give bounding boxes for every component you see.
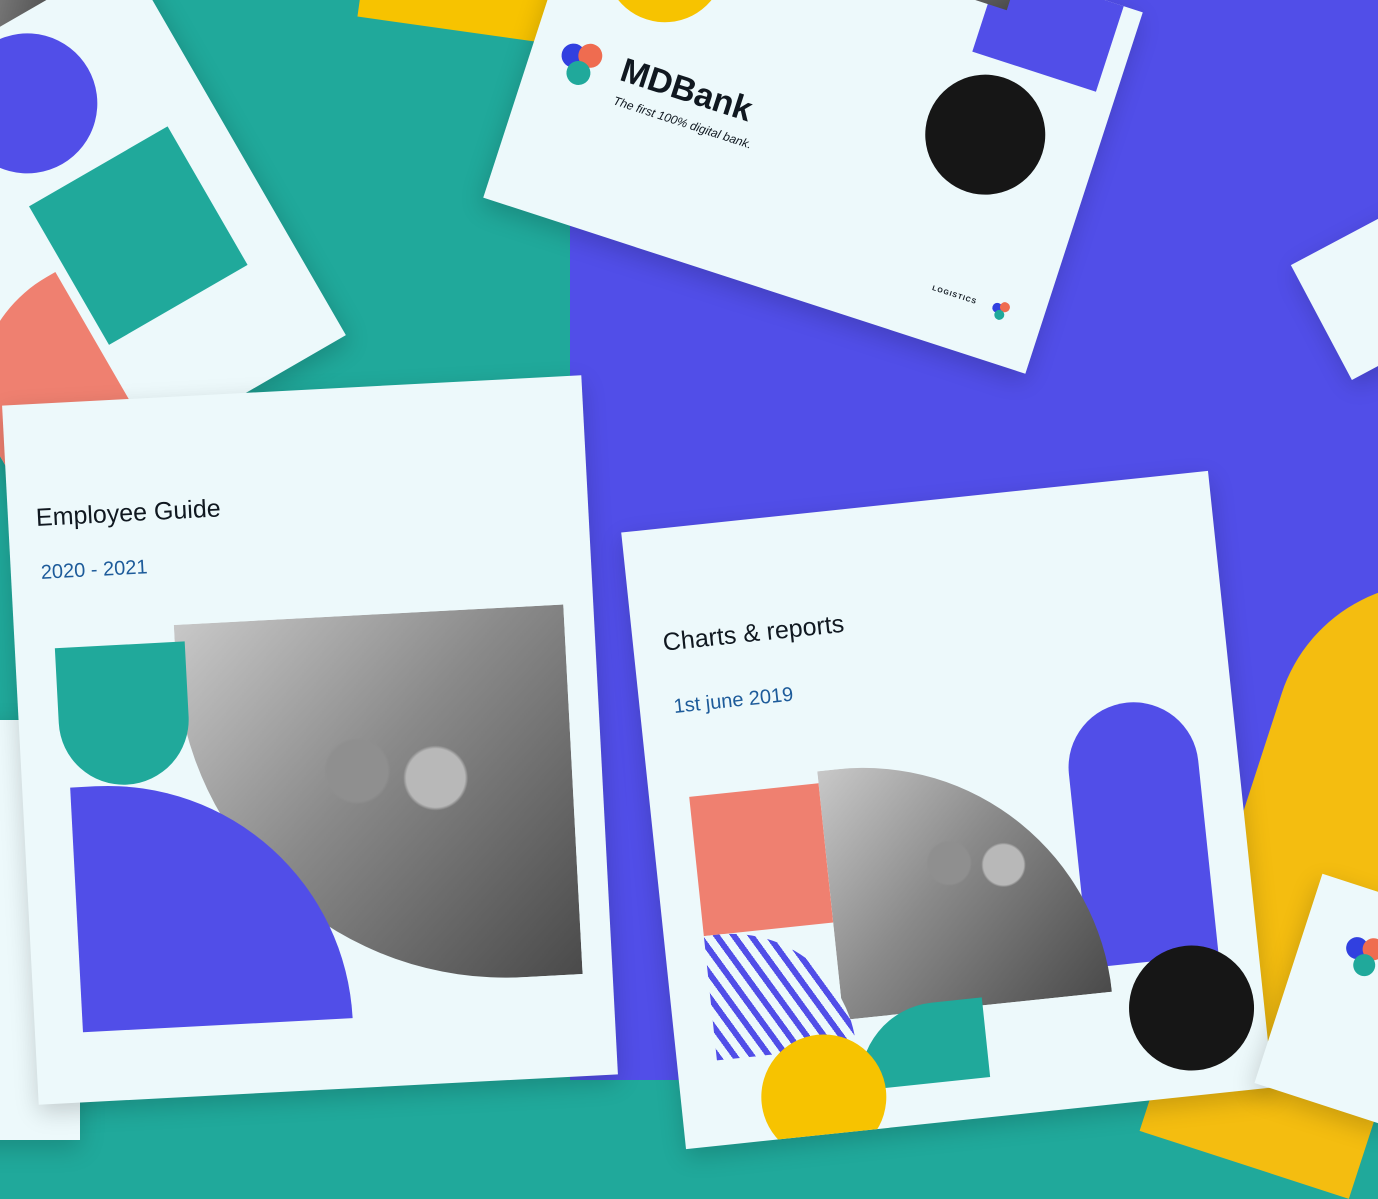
footer-logo-icon <box>989 299 1014 324</box>
background-yellow-strip <box>357 0 553 43</box>
coral-square <box>689 783 834 937</box>
teal-half-circle <box>710 0 888 17</box>
bottom-right-logo-icon <box>1336 930 1378 993</box>
employee-guide-years: 2020 - 2021 <box>40 556 149 584</box>
black-circle <box>909 59 1061 211</box>
charts-reports-title: Charts & reports <box>661 609 846 657</box>
yellow-circle <box>589 0 741 38</box>
footer-label: LOGISTICS <box>931 284 978 307</box>
mdbank-photo <box>873 0 1026 11</box>
charts-reports-date: 1st june 2019 <box>672 683 795 718</box>
mdbank-logo-icon <box>552 36 615 99</box>
charts-reports-photo <box>817 743 1112 1020</box>
teal-arch <box>54 641 192 789</box>
charts-reports-card: Charts & reports 1st june 2019 <box>621 470 1273 1150</box>
employee-guide-title: Employee Guide <box>35 494 222 533</box>
employee-guide-card: Employee Guide 2020 - 2021 <box>2 375 618 1105</box>
